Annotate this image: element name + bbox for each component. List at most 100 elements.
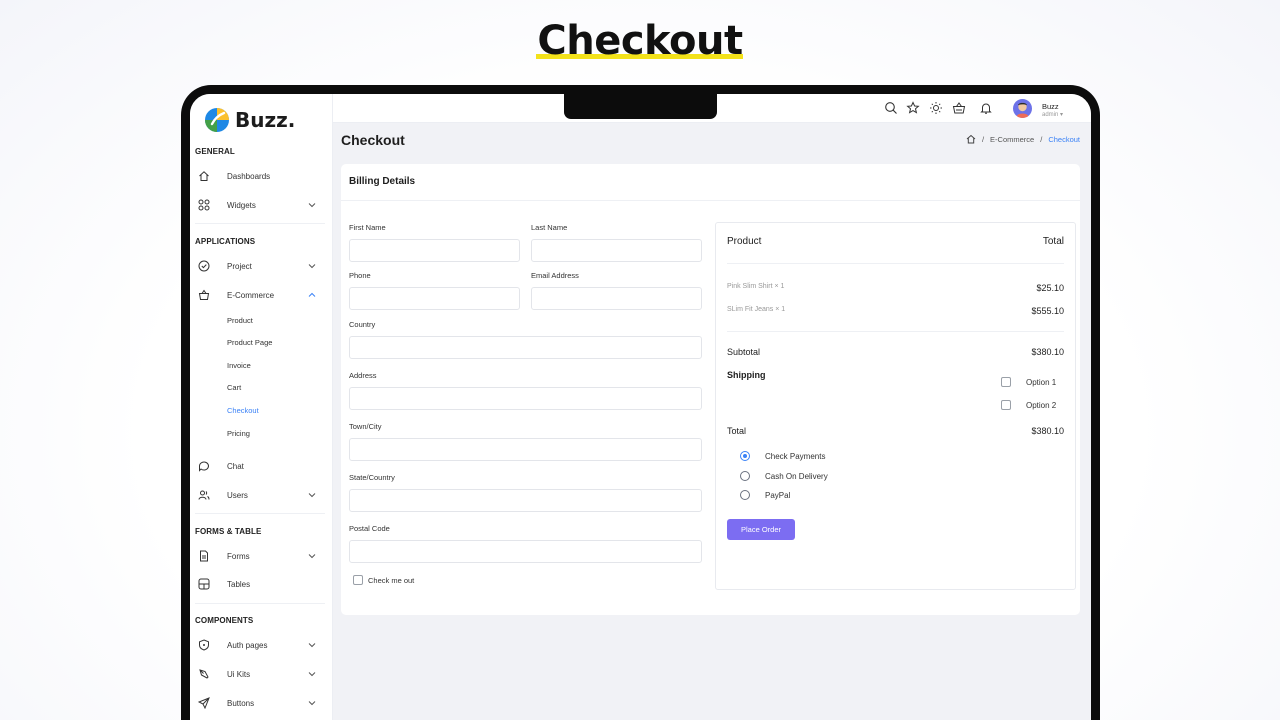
place-order-button[interactable]: Place Order xyxy=(727,519,795,540)
chevron-down-icon xyxy=(307,200,317,210)
send-icon xyxy=(198,697,210,709)
sidebar-item-chat[interactable]: Chat xyxy=(195,455,325,477)
sidebar-item-dashboards[interactable]: Dashboards xyxy=(195,165,325,187)
basket-icon[interactable] xyxy=(952,101,966,115)
sidebar-item-forms[interactable]: Forms xyxy=(195,545,325,567)
payment-radio-check[interactable] xyxy=(740,451,750,461)
payment-radio-paypal[interactable] xyxy=(740,490,750,500)
first-name-input[interactable] xyxy=(349,239,520,262)
order-item-name: Pink Slim Shirt × 1 xyxy=(727,283,785,290)
breadcrumb-current: Checkout xyxy=(1048,134,1080,144)
last-name-input[interactable] xyxy=(531,239,702,262)
payment-label: Cash On Delivery xyxy=(765,472,828,481)
email-label: Email Address xyxy=(531,271,579,280)
sidebar-subitem-cart[interactable]: Cart xyxy=(227,383,241,392)
subtotal-value: $380.10 xyxy=(1031,347,1064,357)
sidebar-item-label: Ui Kits xyxy=(227,669,251,679)
sidebar-item-tables[interactable]: Tables xyxy=(195,573,325,595)
town-label: Town/City xyxy=(349,422,382,431)
email-input[interactable] xyxy=(531,287,702,310)
phone-input[interactable] xyxy=(349,287,520,310)
total-header: Total xyxy=(1042,236,1064,247)
shipping-option-label: Option 1 xyxy=(1026,378,1057,387)
payment-radio-cod[interactable] xyxy=(740,471,750,481)
country-label: Country xyxy=(349,320,376,329)
sidebar-item-label: Project xyxy=(227,261,252,271)
chevron-down-icon xyxy=(307,490,317,500)
sidebar-item-users[interactable]: Users xyxy=(195,484,325,506)
users-icon xyxy=(198,489,210,501)
breadcrumb-section[interactable]: E-Commerce xyxy=(990,135,1034,144)
sidebar-subitem-pricing[interactable]: Pricing xyxy=(227,429,250,438)
breadcrumb-separator: / xyxy=(981,134,985,144)
postal-label: Postal Code xyxy=(349,524,390,533)
country-input[interactable] xyxy=(349,336,702,359)
home-icon xyxy=(198,170,210,182)
user-role[interactable]: admin ▾ xyxy=(1042,111,1063,118)
user-name[interactable]: Buzz xyxy=(1042,102,1059,111)
shipping-option-checkbox[interactable] xyxy=(1001,377,1011,387)
sidebar-item-auth-pages[interactable]: Auth pages xyxy=(195,634,325,656)
document-icon xyxy=(198,550,210,562)
table-icon xyxy=(198,578,210,590)
divider xyxy=(727,331,1064,332)
last-name-label: Last Name xyxy=(531,223,568,232)
sidebar-subitem-product-page[interactable]: Product Page xyxy=(227,338,272,347)
brand-logo[interactable]: Buzz. xyxy=(203,106,295,134)
search-icon[interactable] xyxy=(884,101,898,115)
section-general: GENERAL xyxy=(195,147,235,156)
chevron-down-icon xyxy=(307,698,317,708)
sidebar: Buzz. GENERAL Dashboards Widgets APPLICA… xyxy=(190,94,333,720)
divider xyxy=(727,263,1064,264)
sidebar-item-widgets[interactable]: Widgets xyxy=(195,194,325,216)
sidebar-item-label: Dashboards xyxy=(227,171,271,181)
banner-title: Checkout xyxy=(537,18,743,64)
page-title: Checkout xyxy=(341,132,405,148)
avatar[interactable] xyxy=(1013,99,1032,118)
order-item-name: SLim Fit Jeans × 1 xyxy=(727,306,786,313)
sidebar-subitem-checkout[interactable]: Checkout xyxy=(227,406,259,415)
address-input[interactable] xyxy=(349,387,702,410)
card-header: Billing Details xyxy=(341,164,1080,201)
sidebar-item-buttons[interactable]: Buttons xyxy=(195,692,325,714)
home-icon[interactable] xyxy=(966,134,976,144)
breadcrumb: / E-Commerce / Checkout xyxy=(966,134,1080,144)
product-header: Product xyxy=(727,236,762,247)
sidebar-subitem-invoice[interactable]: Invoice xyxy=(227,361,251,370)
shipping-option-checkbox[interactable] xyxy=(1001,400,1011,410)
postal-input[interactable] xyxy=(349,540,702,563)
sun-icon[interactable] xyxy=(929,101,943,115)
sidebar-item-ecommerce[interactable]: E-Commerce xyxy=(195,284,325,306)
star-icon[interactable] xyxy=(906,101,920,115)
subtotal-label: Subtotal xyxy=(727,347,761,357)
basket-icon xyxy=(198,289,210,301)
first-name-label: First Name xyxy=(349,223,386,232)
sidebar-item-ui-kits[interactable]: Ui Kits xyxy=(195,663,325,685)
chevron-down-icon xyxy=(307,261,317,271)
address-label: Address xyxy=(349,371,377,380)
shipping-option-label: Option 2 xyxy=(1026,401,1057,410)
sidebar-item-label: E-Commerce xyxy=(227,290,275,300)
sidebar-subitem-product[interactable]: Product xyxy=(227,316,253,325)
section-forms-table: FORMS & TABLE xyxy=(195,527,262,536)
payment-label: PayPal xyxy=(765,491,791,500)
sidebar-item-label: Chat xyxy=(227,461,244,471)
town-input[interactable] xyxy=(349,438,702,461)
order-item-price: $25.10 xyxy=(1036,283,1064,293)
state-input[interactable] xyxy=(349,489,702,512)
sidebar-item-label: Tables xyxy=(227,579,251,589)
check-me-out-checkbox[interactable] xyxy=(353,575,363,585)
check-me-out-label: Check me out xyxy=(368,576,415,585)
section-components: COMPONENTS xyxy=(195,616,254,625)
chevron-down-icon xyxy=(307,551,317,561)
total-value: $380.10 xyxy=(1031,426,1064,436)
chevron-down-icon xyxy=(307,669,317,679)
payment-label: Check Payments xyxy=(765,452,826,461)
sidebar-item-label: Forms xyxy=(227,551,250,561)
logo-icon xyxy=(203,106,231,134)
state-label: State/Country xyxy=(349,473,395,482)
shipping-label: Shipping xyxy=(727,370,766,380)
sidebar-item-project[interactable]: Project xyxy=(195,255,325,277)
breadcrumb-separator: / xyxy=(1040,134,1043,144)
bell-icon[interactable] xyxy=(979,101,993,115)
